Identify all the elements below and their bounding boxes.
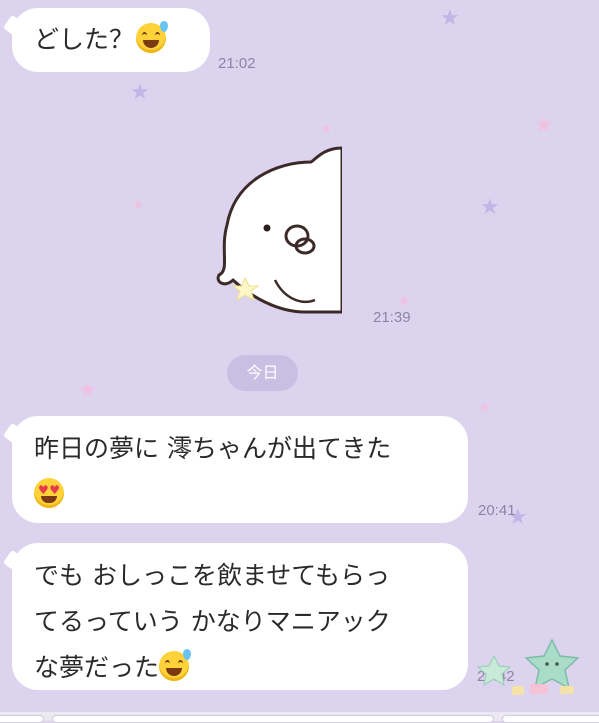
star-decoration-icon: ★ [397, 291, 412, 310]
star-decoration-icon: ★ [132, 197, 145, 213]
heart-eyes-emoji-icon: ♥ ♥ [34, 478, 64, 508]
star-decoration-icon: ★ [130, 80, 150, 105]
message-text: どした？ [34, 25, 135, 54]
message-text: な夢だった [34, 653, 160, 682]
input-bar [0, 712, 599, 723]
input-bar-button[interactable] [0, 715, 44, 723]
message-text: てるっていう かなりマニアック [34, 607, 391, 636]
message-bubble[interactable]: どした？ [12, 8, 210, 72]
message-text: 昨日の夢に 澪ちゃんが出てきた [34, 434, 392, 463]
message-time: 21:02 [218, 55, 256, 72]
message-text: でも おしっこを飲ませてもらっ [34, 561, 390, 590]
input-bar-button[interactable] [502, 715, 599, 723]
date-separator: 今日 [227, 355, 298, 391]
white-bird-sticker[interactable] [215, 140, 342, 316]
message-input[interactable] [52, 715, 494, 723]
message-bubble[interactable]: 昨日の夢に 澪ちゃんが出てきた ♥ ♥ [12, 416, 468, 523]
star-decoration-icon: ★ [320, 121, 333, 137]
message-time: 20:41 [478, 502, 516, 519]
mascot-decoration [472, 636, 596, 698]
star-decoration-icon: ★ [78, 378, 98, 403]
star-decoration-icon: ★ [534, 113, 554, 138]
star-decoration-icon: ★ [440, 6, 460, 31]
grinning-sweat-emoji-icon [159, 649, 192, 681]
grinning-sweat-emoji-icon [136, 21, 169, 53]
star-decoration-icon: ★ [478, 398, 492, 416]
star-decoration-icon: ★ [480, 195, 500, 220]
message-bubble[interactable]: でも おしっこを飲ませてもらっ てるっていう かなりマニアック な夢だった [12, 543, 468, 690]
message-time: 21:39 [373, 309, 411, 326]
